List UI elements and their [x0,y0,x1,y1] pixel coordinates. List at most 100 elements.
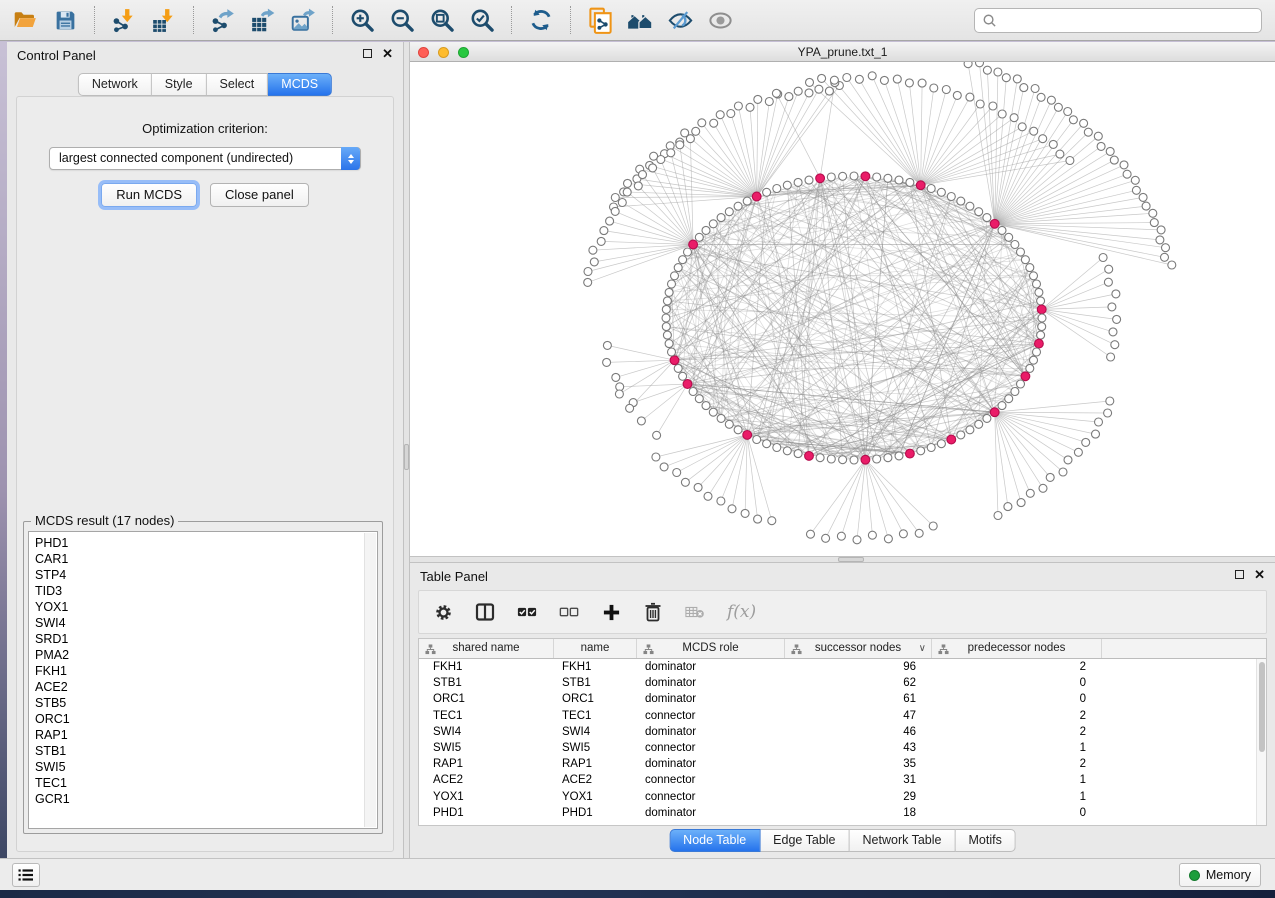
table-row[interactable]: SWI4SWI4dominator462 [419,724,1256,740]
graph-node[interactable] [964,62,972,68]
graph-node[interactable] [917,447,925,455]
graph-node[interactable] [825,87,833,95]
mcds-result-item[interactable]: SWI4 [35,615,377,631]
table-cell[interactable]: 1 [932,772,1102,788]
table-cell[interactable]: 43 [785,740,932,756]
graph-node-mcds[interactable] [805,452,814,461]
mcds-result-item[interactable]: TEC1 [35,775,377,791]
graph-node[interactable] [725,208,733,216]
graph-node[interactable] [649,164,657,172]
graph-node[interactable] [702,226,710,234]
table-cell[interactable]: ACE2 [554,772,637,788]
table-scrollbar[interactable] [1256,659,1266,825]
graph-node[interactable] [695,395,703,403]
graph-node[interactable] [600,227,608,235]
mcds-result-item[interactable]: STP4 [35,567,377,583]
mcds-result-item[interactable]: STB1 [35,743,377,759]
graph-node[interactable] [1030,127,1038,135]
graph-node[interactable] [1162,244,1170,252]
table-cell[interactable]: ACE2 [419,772,554,788]
graph-node[interactable] [773,185,781,193]
open-file-icon[interactable] [10,5,40,35]
graph-node[interactable] [1037,297,1045,305]
graph-node[interactable] [884,535,892,543]
zoom-selected-icon[interactable] [467,5,497,35]
tab-mcds[interactable]: MCDS [268,73,332,96]
graph-node[interactable] [976,100,984,108]
graph-node[interactable] [830,76,838,84]
graph-node-mcds[interactable] [1035,339,1044,348]
column-header-name[interactable]: name [554,639,637,658]
save-session-icon[interactable] [50,5,80,35]
graph-node[interactable] [734,102,742,110]
import-network-icon[interactable] [109,5,139,35]
import-table-icon[interactable] [149,5,179,35]
table-cell[interactable]: ORC1 [554,691,637,707]
table-cell[interactable]: dominator [637,756,785,772]
graph-node[interactable] [815,85,823,93]
graph-node[interactable] [611,194,619,202]
graph-node[interactable] [873,455,881,463]
graph-node[interactable] [763,440,771,448]
graph-node[interactable] [1094,132,1102,140]
graph-node[interactable] [1157,226,1165,234]
graph-node[interactable] [741,509,749,517]
graph-node[interactable] [1026,264,1034,272]
graph-node[interactable] [1030,272,1038,280]
graph-node[interactable] [998,110,1006,118]
mcds-result-item[interactable]: SWI5 [35,759,377,775]
graph-node[interactable] [728,505,736,513]
graph-node[interactable] [1047,96,1055,104]
graph-node[interactable] [773,444,781,452]
graph-node[interactable] [1054,103,1062,111]
graph-node[interactable] [1080,119,1088,127]
table-cell[interactable]: SWI5 [554,740,637,756]
graph-node[interactable] [1030,356,1038,364]
graph-node[interactable] [1132,186,1140,194]
graph-node[interactable] [927,444,935,452]
graph-node[interactable] [584,268,592,276]
graph-node[interactable] [1026,489,1034,497]
graph-node[interactable] [805,89,813,97]
graph-node[interactable] [668,348,676,356]
table-cell[interactable]: 61 [785,691,932,707]
graph-node[interactable] [1097,142,1105,150]
graph-node[interactable] [850,456,858,464]
graph-node[interactable] [710,119,718,127]
graph-node[interactable] [772,89,780,97]
graph-node[interactable] [662,314,670,322]
graph-node[interactable] [807,530,815,538]
table-cell[interactable]: PHD1 [554,805,637,821]
graph-node[interactable] [1046,473,1054,481]
graph-node[interactable] [1113,315,1121,323]
graph-node[interactable] [673,469,681,477]
graph-node[interactable] [584,278,592,286]
graph-node[interactable] [754,515,762,523]
tab-network-table[interactable]: Network Table [850,829,956,852]
table-cell[interactable]: dominator [637,691,785,707]
graph-node[interactable] [1142,202,1150,210]
graph-node[interactable] [612,373,620,381]
zoom-in-icon[interactable] [347,5,377,35]
graph-node[interactable] [1017,380,1025,388]
graph-node-mcds[interactable] [906,449,915,458]
graph-node[interactable] [983,214,991,222]
graph-node[interactable] [671,272,679,280]
graph-node[interactable] [818,74,826,82]
graph-node[interactable] [1005,233,1013,241]
graph-node[interactable] [1131,176,1139,184]
graph-node[interactable] [1120,161,1128,169]
graph-node[interactable] [1037,93,1045,101]
window-zoom-traffic-icon[interactable] [458,47,469,58]
graph-node[interactable] [1112,290,1120,298]
graph-node-mcds[interactable] [683,380,692,389]
table-row[interactable]: TEC1TEC1connector472 [419,708,1256,724]
mcds-result-item[interactable]: SRD1 [35,631,377,647]
graph-node[interactable] [618,199,626,207]
graph-node[interactable] [927,185,935,193]
graph-node-mcds[interactable] [670,356,679,365]
graph-node[interactable] [1069,116,1077,124]
export-network-icon[interactable] [208,5,238,35]
table-row[interactable]: PHD1PHD1dominator180 [419,805,1256,821]
show-graphics-details-icon[interactable] [705,5,735,35]
